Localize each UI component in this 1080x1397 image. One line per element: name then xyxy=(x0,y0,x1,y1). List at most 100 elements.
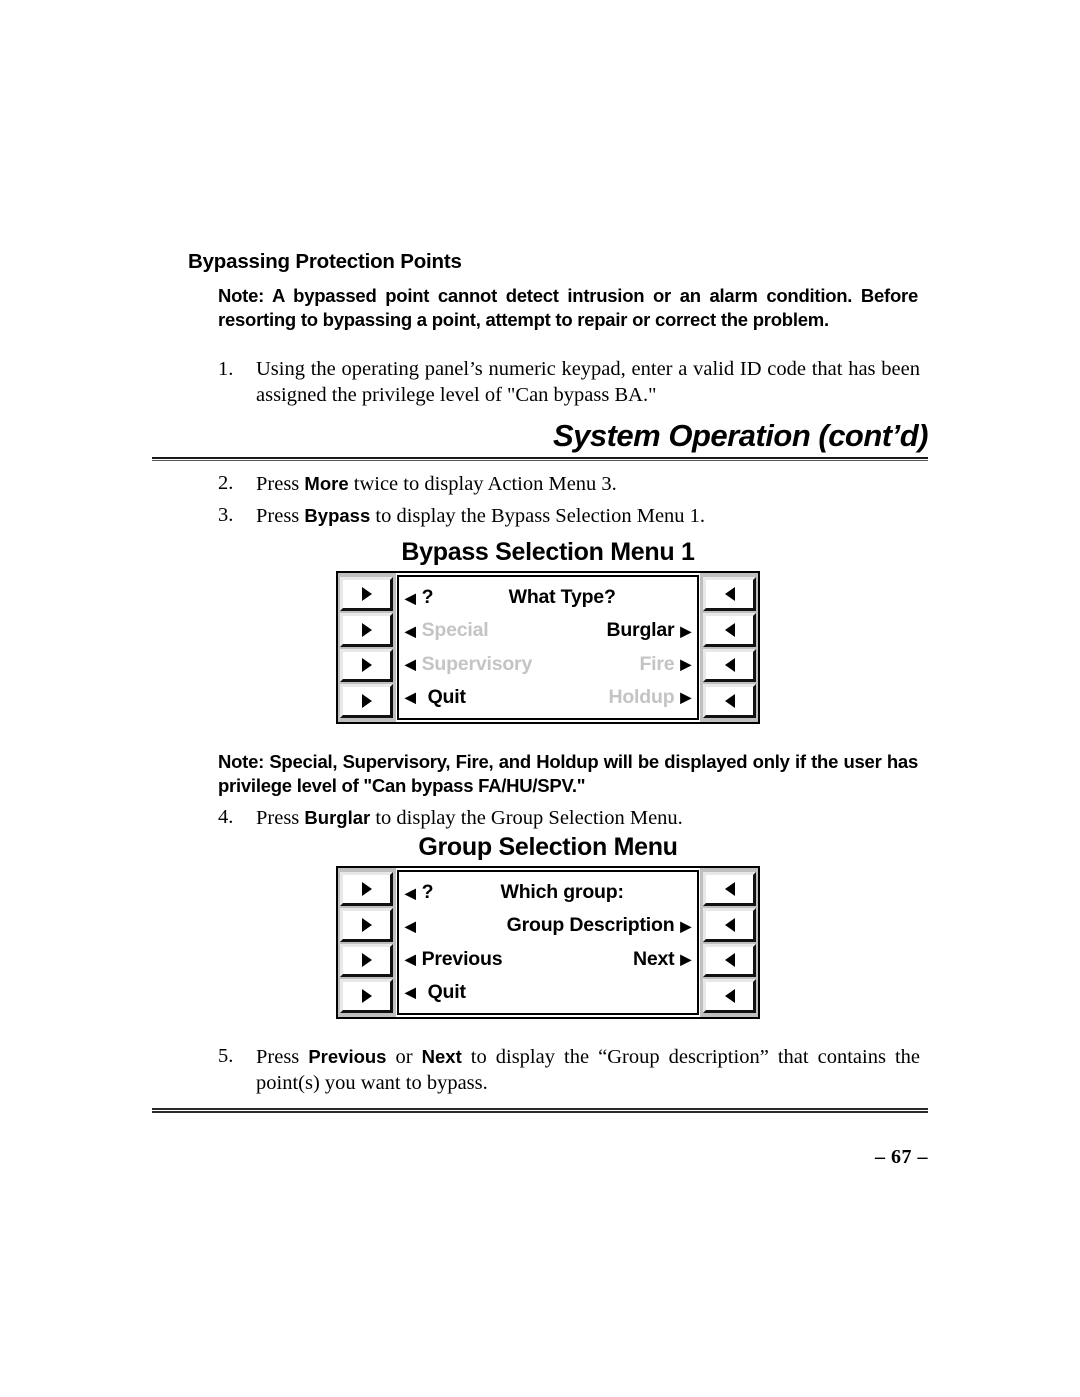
triangle-right-icon xyxy=(361,694,372,709)
menu-row: ◀ Previous Next ▶ xyxy=(405,943,691,976)
triangle-right-icon xyxy=(361,881,372,896)
menu-option-label[interactable]: Quit xyxy=(428,686,466,709)
keypad-panel: ◀ ? What Type? ◀ Special Burglar ▶ ◀ Sup… xyxy=(336,571,760,724)
right-softkey-2[interactable] xyxy=(703,907,756,942)
step-text-part: Using the operating panel’s numeric keyp… xyxy=(256,358,920,406)
arrow-left-icon: ◀ xyxy=(405,689,416,706)
right-softkey-4[interactable] xyxy=(703,684,756,718)
menu-option-label[interactable]: Burglar xyxy=(606,619,674,642)
menu-row: ◀ ? Which group: xyxy=(405,876,691,909)
menu-row: ◀ Quit xyxy=(405,976,691,1009)
triangle-left-icon xyxy=(724,989,735,1004)
triangle-right-icon xyxy=(361,917,372,932)
row-left: ◀ Special xyxy=(405,619,489,642)
row-left: ◀ ? xyxy=(405,881,433,904)
arrow-right-icon: ▶ xyxy=(680,689,691,706)
row-left: ◀ Quit xyxy=(405,686,466,709)
figure-bypass-selection-menu: Bypass Selection Menu 1 ◀ ? What Type? ◀… xyxy=(336,538,760,724)
list-item-step-1: 1. Using the operating panel’s numeric k… xyxy=(218,357,920,408)
arrow-left-icon: ◀ xyxy=(405,622,416,639)
left-button-column xyxy=(338,868,396,1017)
menu-option-label[interactable]: Special xyxy=(422,619,489,642)
step-text: Press Previous or Next to display the “G… xyxy=(256,1044,920,1096)
triangle-left-icon xyxy=(724,917,735,932)
row-right: Fire ▶ xyxy=(639,653,691,676)
menu-prompt: Which group: xyxy=(500,881,624,904)
step-text-part: Press xyxy=(256,1046,309,1068)
triangle-right-icon xyxy=(361,953,372,968)
menu-row: ◀ Supervisory Fire ▶ xyxy=(405,648,691,681)
step-number: 5. xyxy=(218,1045,234,1067)
menu-option-label[interactable]: Group Description xyxy=(507,914,675,937)
right-softkey-4[interactable] xyxy=(703,979,756,1013)
menu-option-label[interactable]: ? xyxy=(422,881,434,904)
step-text-bold: Bypass xyxy=(304,505,371,526)
arrow-left-icon: ◀ xyxy=(405,656,416,673)
arrow-right-icon: ▶ xyxy=(680,622,691,639)
right-softkey-2[interactable] xyxy=(703,612,756,647)
left-softkey-1[interactable] xyxy=(340,872,393,906)
row-right: Next ▶ xyxy=(633,948,691,971)
arrow-left-icon: ◀ xyxy=(405,917,416,934)
left-softkey-3[interactable] xyxy=(340,648,393,683)
document-page: Bypassing Protection Points Note: A bypa… xyxy=(0,0,1080,1397)
menu-option-label[interactable]: Quit xyxy=(428,981,466,1004)
arrow-right-icon: ▶ xyxy=(680,917,691,934)
step-text-part: to display the Group Selection Menu. xyxy=(370,807,683,829)
menu-row: ◀ ? What Type? xyxy=(405,581,691,614)
figure-group-selection-menu: Group Selection Menu ◀ ? Which group: ◀ … xyxy=(336,833,760,1019)
left-button-column xyxy=(338,573,396,722)
step-number: 1. xyxy=(218,358,234,380)
left-softkey-2[interactable] xyxy=(340,907,393,942)
row-right: Group Description ▶ xyxy=(507,914,692,937)
step-text-part: Press xyxy=(256,505,305,527)
step-text: Press Burglar to display the Group Selec… xyxy=(256,805,920,832)
right-softkey-1[interactable] xyxy=(703,872,756,906)
menu-option-label[interactable]: Previous xyxy=(422,948,503,971)
right-button-column xyxy=(700,573,758,722)
triangle-left-icon xyxy=(724,658,735,673)
step-text-part: twice to display Action Menu 3. xyxy=(348,473,617,495)
lcd-screen: ◀ ? Which group: ◀ Group Description ▶ ◀… xyxy=(397,870,699,1015)
menu-row: ◀ Special Burglar ▶ xyxy=(405,614,691,647)
note-privilege-level: Note: Special, Supervisory, Fire, and Ho… xyxy=(218,751,918,796)
row-left: ◀ Quit xyxy=(405,981,466,1004)
menu-option-label[interactable]: Next xyxy=(633,948,675,971)
menu-option-label[interactable]: Holdup xyxy=(608,686,674,709)
step-text: Press Bypass to display the Bypass Selec… xyxy=(256,503,920,530)
triangle-right-icon xyxy=(361,989,372,1004)
arrow-left-icon: ◀ xyxy=(405,884,416,901)
arrow-left-icon: ◀ xyxy=(405,951,416,968)
step-text-bold: More xyxy=(304,473,349,494)
arrow-left-icon: ◀ xyxy=(405,984,416,1001)
menu-option-label[interactable]: Fire xyxy=(639,653,674,676)
row-right: Holdup ▶ xyxy=(608,686,691,709)
running-head: System Operation (cont’d) xyxy=(552,418,929,453)
row-right: Burglar ▶ xyxy=(606,619,691,642)
step-text: Using the operating panel’s numeric keyp… xyxy=(256,357,920,408)
left-softkey-1[interactable] xyxy=(340,577,393,611)
figure-title: Group Selection Menu xyxy=(418,833,678,861)
left-softkey-4[interactable] xyxy=(340,979,393,1013)
step-number: 4. xyxy=(218,806,234,828)
left-softkey-4[interactable] xyxy=(340,684,393,718)
arrow-right-icon: ▶ xyxy=(680,951,691,968)
step-text: Press More twice to display Action Menu … xyxy=(256,471,920,498)
step-text-bold: Burglar xyxy=(304,807,371,828)
left-softkey-3[interactable] xyxy=(340,943,393,978)
arrow-left-icon: ◀ xyxy=(405,589,416,606)
right-softkey-1[interactable] xyxy=(703,577,756,611)
row-left: ◀ xyxy=(405,919,423,933)
running-head-rule xyxy=(152,457,928,461)
menu-prompt: What Type? xyxy=(508,586,616,609)
note-bypassed-point: Note: A bypassed point cannot detect int… xyxy=(218,285,918,330)
triangle-left-icon xyxy=(724,586,735,601)
step-text-bold: Previous xyxy=(308,1046,387,1067)
right-softkey-3[interactable] xyxy=(703,648,756,683)
figure-title: Bypass Selection Menu 1 xyxy=(401,538,695,566)
menu-option-label[interactable]: Supervisory xyxy=(422,653,533,676)
right-softkey-3[interactable] xyxy=(703,943,756,978)
left-softkey-2[interactable] xyxy=(340,612,393,647)
arrow-right-icon: ▶ xyxy=(680,656,691,673)
menu-option-label[interactable]: ? xyxy=(422,586,434,609)
